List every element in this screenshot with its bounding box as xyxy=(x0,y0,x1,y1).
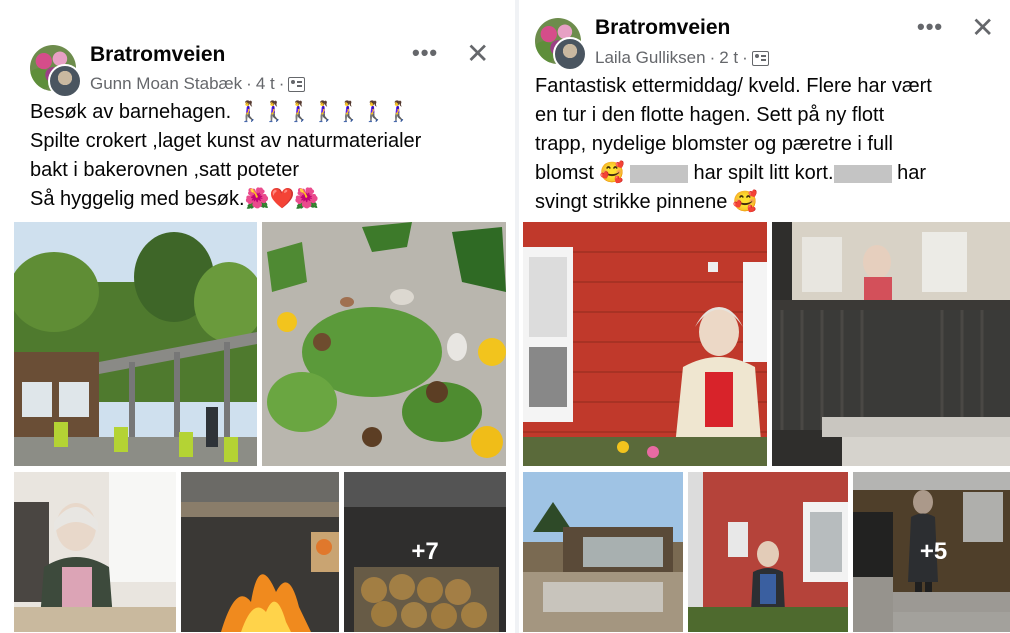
redacted-name xyxy=(629,164,688,183)
author-name[interactable]: Laila Gulliksen xyxy=(595,48,706,68)
post-text: Besøk av barnehagen. 🚶‍♀️🚶‍♀️🚶‍♀️🚶‍♀️🚶‍♀… xyxy=(30,98,421,214)
redacted-name xyxy=(833,164,892,183)
close-icon[interactable]: ✕ xyxy=(971,14,994,42)
post-text-segment: har spilt litt kort. xyxy=(693,162,834,184)
privacy-icon xyxy=(751,50,769,66)
post-line: svingt strikke pinnene 🥰 xyxy=(535,191,758,213)
post-card: Bratromveien Gunn Moan Stabæk · 4 t · ••… xyxy=(0,0,515,633)
close-icon[interactable]: ✕ xyxy=(466,40,489,68)
more-photos-overlay[interactable]: +5 xyxy=(853,472,1010,632)
photo-nature-art[interactable] xyxy=(262,222,506,466)
post-line: Fantastisk ettermiddag/ kveld. Flere har… xyxy=(535,75,932,97)
post-meta: Laila Gulliksen · 2 t · xyxy=(595,48,769,68)
post-text-segment: blomst 🥰 xyxy=(535,162,630,184)
post-line: trapp, nydelige blomster og pæretre i fu… xyxy=(535,133,893,155)
post-line: bakt i bakerovnen ,satt poteter xyxy=(30,159,300,181)
author-avatar[interactable] xyxy=(48,64,82,98)
more-options-icon[interactable]: ••• xyxy=(412,40,438,66)
post-line: blomst 🥰 har spilt litt kort. har xyxy=(535,159,932,188)
author-avatar[interactable] xyxy=(553,37,587,71)
post-card: Bratromveien Laila Gulliksen · 2 t · •••… xyxy=(515,0,1010,633)
photo-garden-pergola[interactable] xyxy=(14,222,257,466)
post-line: Så hyggelig med besøk.🌺❤️🌺 xyxy=(30,188,320,210)
post-line: Spilte crokert ,laget kunst av naturmate… xyxy=(30,130,422,152)
photo-new-stairs[interactable] xyxy=(772,222,1010,466)
photo-bread-oven-fire[interactable] xyxy=(181,472,339,632)
more-photos-overlay[interactable]: +7 xyxy=(344,472,506,632)
photo-resident-garden[interactable] xyxy=(688,472,848,632)
post-header: Bratromveien Gunn Moan Stabæk · 4 t · ••… xyxy=(0,40,515,100)
photo-resident-portrait[interactable] xyxy=(14,472,176,632)
more-options-icon[interactable]: ••• xyxy=(917,14,943,40)
photo-resident-stairs[interactable]: +5 xyxy=(853,472,1010,632)
privacy-icon xyxy=(288,76,306,92)
post-time[interactable]: 4 t xyxy=(256,74,275,94)
post-text-segment: har xyxy=(897,162,926,184)
post-text: Fantastisk ettermiddag/ kveld. Flere har… xyxy=(535,72,932,217)
group-name[interactable]: Bratromveien xyxy=(90,43,225,67)
photo-patio-garden[interactable] xyxy=(523,472,683,632)
post-header: Bratromveien Laila Gulliksen · 2 t · •••… xyxy=(519,12,1010,72)
photo-resident-red-house[interactable] xyxy=(523,222,767,466)
author-name[interactable]: Gunn Moan Stabæk xyxy=(90,74,242,94)
group-name[interactable]: Bratromveien xyxy=(595,16,730,40)
post-line: en tur i den flotte hagen. Sett på ny fl… xyxy=(535,104,885,126)
post-meta: Gunn Moan Stabæk · 4 t · xyxy=(90,74,306,94)
post-time[interactable]: 2 t xyxy=(719,48,738,68)
photo-baked-buns[interactable]: +7 xyxy=(344,472,506,632)
post-line: Besøk av barnehagen. 🚶‍♀️🚶‍♀️🚶‍♀️🚶‍♀️🚶‍♀… xyxy=(30,101,412,123)
